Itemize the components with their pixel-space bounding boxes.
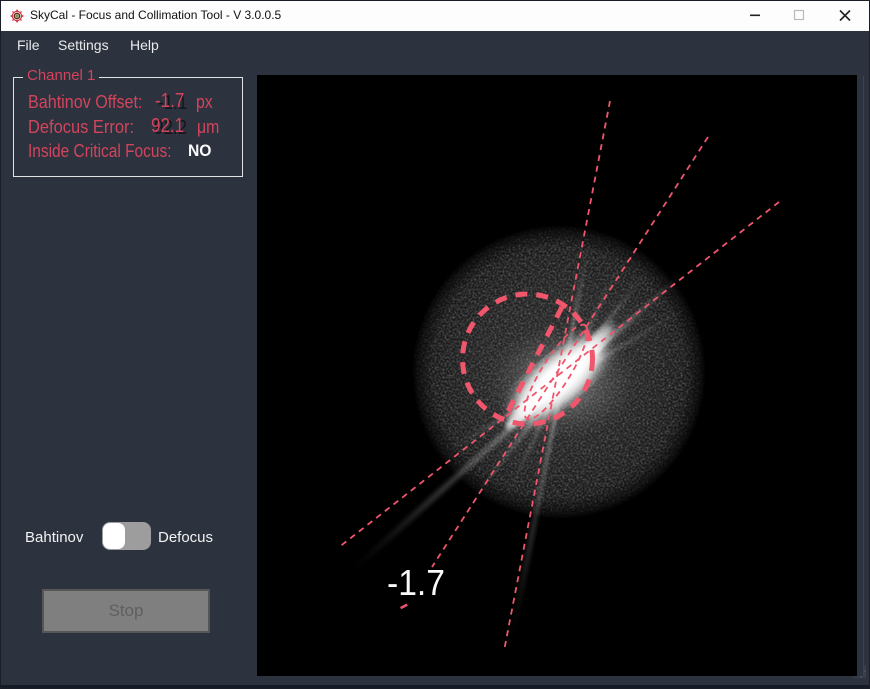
svg-text:-1.7: -1.7 [387, 562, 445, 603]
